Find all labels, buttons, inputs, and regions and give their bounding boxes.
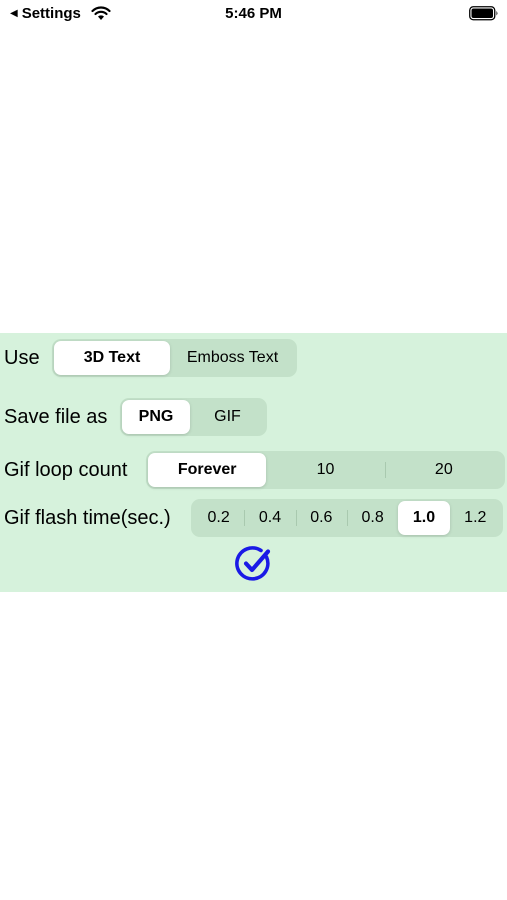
- segment-flash-0-4[interactable]: 0.4: [244, 501, 295, 535]
- segment-flash-0-6[interactable]: 0.6: [295, 501, 347, 535]
- flash-time-label: Gif flash time(sec.): [4, 506, 171, 529]
- segment-flash-1-0[interactable]: 1.0: [398, 501, 450, 535]
- segment-loop-10[interactable]: 10: [266, 453, 384, 487]
- status-bar: ◀ Settings 5:46 PM: [0, 0, 507, 28]
- segment-flash-1-2[interactable]: 1.2: [450, 501, 501, 535]
- segment-flash-0-8[interactable]: 0.8: [346, 501, 398, 535]
- save-file-row: Save file as PNG GIF: [0, 398, 507, 436]
- save-file-label: Save file as: [4, 405, 108, 428]
- checkmark-circle-icon: [235, 546, 271, 581]
- segment-loop-20[interactable]: 20: [384, 453, 503, 487]
- loop-count-segmented-control: Forever 10 20: [146, 451, 505, 489]
- use-segmented-control: 3D Text Emboss Text: [52, 339, 297, 377]
- status-time: 5:46 PM: [225, 5, 282, 22]
- segment-flash-0-2[interactable]: 0.2: [193, 501, 244, 535]
- segment-forever[interactable]: Forever: [148, 453, 267, 487]
- save-file-segmented-control: PNG GIF: [120, 398, 267, 436]
- segment-gif[interactable]: GIF: [190, 400, 265, 434]
- loop-count-label: Gif loop count: [4, 458, 128, 481]
- battery-icon: [469, 6, 499, 26]
- loop-count-row: Gif loop count Forever 10 20: [0, 451, 507, 489]
- segment-3d-text[interactable]: 3D Text: [54, 341, 170, 375]
- segment-png[interactable]: PNG: [122, 400, 190, 434]
- confirm-button[interactable]: [235, 545, 273, 583]
- segment-emboss-text[interactable]: Emboss Text: [170, 341, 295, 375]
- use-row: Use 3D Text Emboss Text: [0, 339, 507, 377]
- flash-time-row: Gif flash time(sec.) 0.2 0.4 0.6 0.8 1.0…: [0, 499, 507, 537]
- flash-time-segmented-control: 0.2 0.4 0.6 0.8 1.0 1.2: [191, 499, 503, 537]
- use-label: Use: [4, 346, 40, 369]
